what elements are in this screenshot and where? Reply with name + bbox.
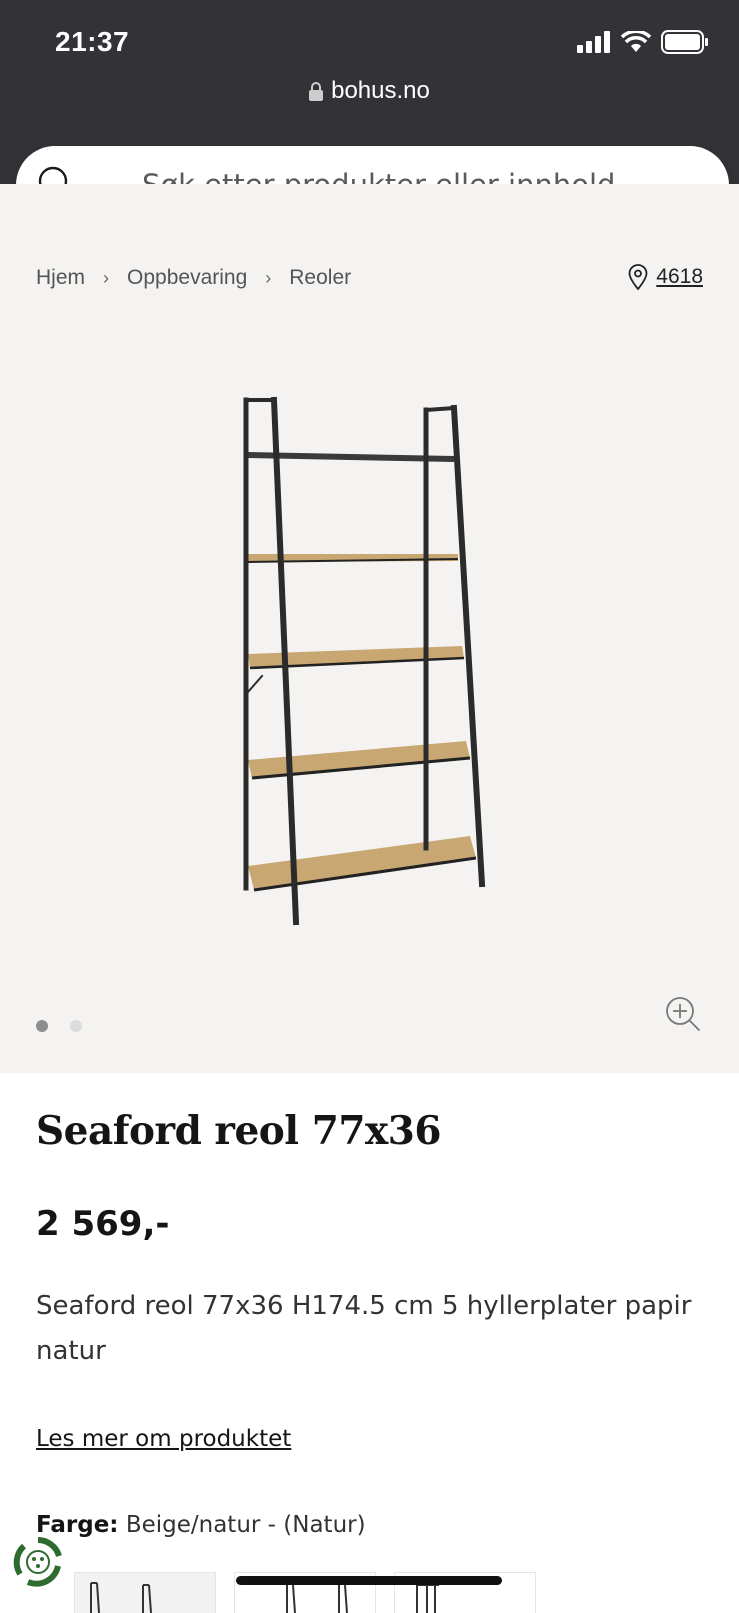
- color-value: Beige/natur - (Natur): [125, 1512, 366, 1538]
- signal-icon: [577, 31, 610, 53]
- breadcrumb-home[interactable]: Hjem: [36, 266, 85, 290]
- pagination-dot[interactable]: [70, 1020, 82, 1032]
- chevron-right-icon: ›: [103, 267, 110, 288]
- wifi-icon: [621, 31, 651, 52]
- zoom-in-icon[interactable]: [665, 996, 701, 1032]
- home-indicator[interactable]: [236, 1576, 502, 1585]
- product-image[interactable]: [232, 396, 492, 936]
- pagination-dot-active[interactable]: [36, 1020, 48, 1032]
- breadcrumb-oppbevaring[interactable]: Oppbevaring: [127, 266, 247, 290]
- address-bar[interactable]: bohus.no: [0, 77, 739, 105]
- location-pin-icon: [628, 264, 648, 290]
- store-number[interactable]: 4618: [656, 265, 703, 289]
- breadcrumb: Hjem › Oppbevaring › Reoler: [36, 266, 351, 290]
- eco-recycle-icon[interactable]: [12, 1536, 64, 1588]
- product-title: Seaford reol 77x36: [36, 1108, 442, 1154]
- battery-icon: [661, 30, 708, 54]
- shelf-thumbnail-icon: [90, 1582, 152, 1613]
- breadcrumb-reoler[interactable]: Reoler: [289, 266, 351, 290]
- read-more-link[interactable]: Les mer om produktet: [36, 1426, 291, 1452]
- product-gallery[interactable]: Hjem › Oppbevaring › Reoler 4618: [0, 184, 739, 1073]
- gallery-pagination: [36, 1020, 82, 1032]
- shelf-boards: [247, 452, 477, 892]
- status-time: 21:37: [55, 26, 130, 57]
- lock-icon: [309, 81, 324, 101]
- chevron-right-icon: ›: [265, 267, 272, 288]
- color-variant-thumbnail[interactable]: [74, 1572, 216, 1613]
- color-selection: Farge: Beige/natur - (Natur): [36, 1512, 366, 1538]
- url-text: bohus.no: [331, 77, 430, 104]
- product-description: Seaford reol 77x36 H174.5 cm 5 hyllerpla…: [36, 1291, 692, 1366]
- product-price: 2 569,-: [36, 1204, 170, 1244]
- store-selector[interactable]: 4618: [628, 264, 703, 290]
- status-icons: [577, 30, 709, 54]
- color-label: Farge:: [36, 1512, 119, 1538]
